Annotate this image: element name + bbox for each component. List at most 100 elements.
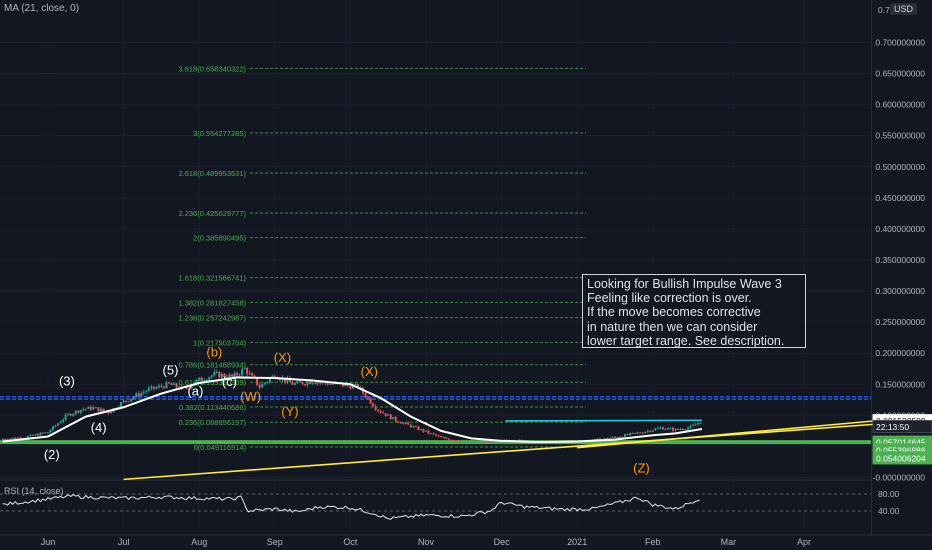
candle-body: [99, 408, 102, 412]
candle-body: [472, 440, 475, 442]
candle-body: [293, 383, 296, 385]
candle-body: [263, 383, 266, 385]
candle-body: [304, 384, 307, 386]
candle-body: [687, 427, 690, 430]
candle-body: [215, 371, 218, 373]
candle-body: [669, 427, 672, 429]
rsi-tick-label: 80.00: [878, 489, 900, 499]
candle-body: [624, 434, 627, 438]
price-tag-text: 0.054006204: [876, 453, 926, 463]
candle-body: [392, 417, 395, 420]
candle-body: [89, 406, 92, 410]
candle-body: [140, 392, 143, 397]
candle-body: [629, 433, 632, 435]
wave-label: (3): [59, 374, 75, 389]
candle-body: [397, 421, 400, 423]
candle-body: [490, 441, 493, 443]
candle-body: [326, 383, 329, 385]
candle-body: [256, 378, 259, 386]
candle-body: [697, 423, 700, 425]
candle-body: [162, 386, 165, 389]
candle-body: [457, 440, 460, 442]
candle-body: [316, 382, 319, 384]
y-tick-label: -0.000000000: [873, 473, 926, 483]
candle-body: [110, 411, 112, 414]
candle-body: [661, 427, 664, 430]
candle-body: [636, 432, 639, 434]
candle-body: [425, 430, 427, 432]
candle-body: [208, 377, 211, 380]
candle-body: [160, 385, 163, 387]
candle-body: [450, 439, 453, 441]
candle-body: [331, 383, 334, 385]
candle-body: [644, 431, 647, 434]
candle-body: [646, 430, 649, 432]
candle-body: [4, 438, 7, 440]
candle-body: [394, 417, 397, 422]
candle-body: [210, 375, 213, 378]
candle-body: [125, 400, 128, 402]
fib-level-label: 0.382(0.113440686): [179, 403, 247, 412]
candle-body: [684, 429, 687, 431]
y-tick-label: 0.200000000: [875, 348, 925, 358]
candle-body: [402, 423, 405, 425]
rsi-indicator-label[interactable]: RSI (14, close): [4, 486, 64, 496]
candle-body: [445, 437, 448, 439]
wave-label: (Z): [633, 461, 650, 476]
candle-body: [57, 423, 60, 426]
candle-body: [409, 424, 412, 428]
currency-badge[interactable]: USD: [890, 3, 918, 15]
candle-body: [671, 427, 674, 431]
candle-body: [634, 432, 637, 434]
candle-body: [349, 385, 352, 389]
candle-body: [16, 437, 19, 439]
fib-level-label: 2.236(0.425629777): [178, 209, 246, 218]
candle-body: [485, 441, 488, 443]
note-line-5: lower target range. See description.: [587, 333, 785, 348]
candle-body: [44, 432, 47, 434]
candle-body: [462, 441, 465, 443]
rsi-tick-label: 40.00: [878, 506, 900, 516]
candle-body: [77, 410, 80, 413]
candle-body: [619, 436, 622, 438]
ma-indicator-label[interactable]: MA (21, close, 0): [4, 3, 79, 14]
candle-body: [387, 414, 390, 416]
fib-level-label: 1.382(0.281827458): [178, 298, 246, 307]
candle-body: [296, 381, 299, 384]
fib-level-label: 2(0.385890495): [193, 234, 246, 243]
wave-label: (2): [44, 447, 60, 462]
candle-body: [200, 377, 203, 381]
candle-body: [422, 429, 425, 432]
candle-body: [467, 440, 470, 442]
wave-label: (Y): [281, 404, 298, 419]
candle-body: [92, 407, 95, 410]
fib-level-label: 3.618(0.658340322): [178, 64, 246, 73]
candle-body: [447, 438, 450, 440]
y-tick-label: 0.700000000: [875, 37, 925, 47]
candle-body: [677, 428, 679, 430]
x-tick-label: Dec: [494, 537, 511, 547]
candle-body: [132, 396, 135, 399]
candle-body: [248, 373, 251, 375]
candle-body: [47, 432, 49, 434]
y-tick-label: 0.600000000: [875, 100, 925, 110]
candle-body: [29, 434, 32, 437]
y-tick-label: 0.500000000: [875, 162, 925, 172]
candle-body: [412, 426, 415, 428]
candle-body: [689, 425, 692, 428]
candle-body: [384, 413, 387, 416]
candle-body: [135, 393, 138, 397]
analysis-note[interactable]: Looking for Bullish Impulse Wave 3 Feeli…: [582, 274, 806, 348]
candle-body: [651, 430, 654, 432]
candle-body: [354, 383, 357, 386]
candle-body: [167, 382, 170, 384]
candle-body: [329, 383, 332, 385]
x-tick-label: Apr: [797, 537, 811, 547]
candle-body: [14, 437, 17, 439]
candle-body: [455, 440, 458, 442]
wave-label: (a): [187, 383, 203, 398]
candle-body: [639, 432, 642, 434]
candle-body: [694, 424, 697, 426]
candle-body: [382, 412, 385, 414]
candle-body: [649, 430, 652, 432]
